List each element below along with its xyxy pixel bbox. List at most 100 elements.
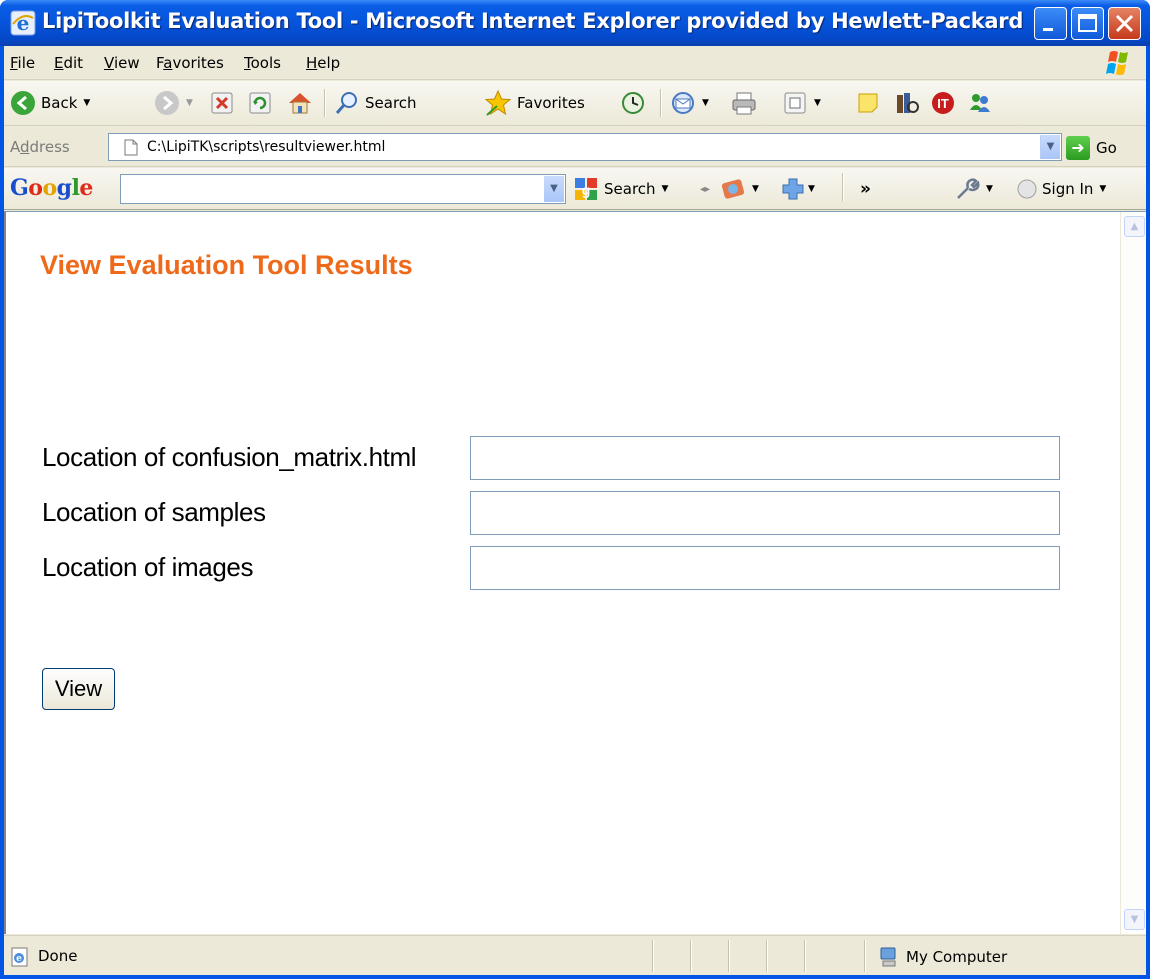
status-bar: e Done My Computer	[4, 935, 1146, 975]
favorites-button[interactable]: Favorites	[484, 87, 585, 119]
google-settings-button[interactable]: ▼	[954, 177, 993, 201]
google-add-button[interactable]: ▼	[780, 177, 815, 201]
settings-dropdown-icon[interactable]: ▼	[986, 184, 993, 194]
samples-input[interactable]	[470, 491, 1060, 535]
search-icon	[335, 92, 357, 114]
google-grip-icon: ◂▸	[700, 183, 711, 195]
images-input[interactable]	[470, 546, 1060, 590]
menu-view[interactable]: View	[104, 54, 140, 72]
signin-circle-icon	[1017, 179, 1037, 199]
security-zone[interactable]: My Computer	[878, 946, 1007, 968]
research-books-icon	[897, 93, 919, 113]
menu-help[interactable]: Help	[306, 54, 340, 72]
scroll-up-icon[interactable]: ▲	[1124, 216, 1145, 237]
images-label: Location of images	[42, 552, 254, 582]
plus-icon	[782, 178, 804, 200]
confusion-matrix-label: Location of confusion_matrix.html	[42, 442, 417, 472]
google-more-button[interactable]: »	[860, 177, 871, 201]
google-search-dropdown-icon[interactable]: ▼	[544, 176, 564, 202]
address-label: Address	[10, 138, 70, 156]
menu-view-label: iew	[113, 54, 140, 72]
signin-dropdown-icon[interactable]: ▼	[1099, 184, 1106, 194]
messenger-icon	[970, 94, 990, 112]
news-dropdown-icon[interactable]: ▼	[752, 184, 759, 194]
svg-text:e: e	[17, 11, 30, 35]
wrench-icon	[957, 178, 980, 199]
close-button[interactable]	[1108, 7, 1141, 40]
stop-button[interactable]	[210, 87, 234, 119]
home-button[interactable]	[286, 87, 314, 119]
address-input[interactable]: C:\LipiTK\scripts\resultviewer.html ▼	[108, 133, 1062, 161]
google-search-dropdown-arrow-icon[interactable]: ▼	[662, 184, 669, 194]
print-icon	[732, 92, 756, 115]
menu-tools-label: ools	[250, 54, 281, 72]
back-label: Back	[41, 94, 78, 112]
google-logo[interactable]: Google	[10, 175, 93, 201]
status-pane	[864, 940, 866, 972]
scroll-down-icon[interactable]: ▼	[1124, 909, 1145, 930]
menu-file[interactable]: File	[10, 54, 35, 72]
google-news-button[interactable]: ▼	[720, 177, 759, 201]
google-search-label: Search	[604, 180, 656, 198]
google-separator	[842, 173, 844, 201]
google-search-input[interactable]: ▼	[120, 174, 566, 204]
refresh-button[interactable]	[248, 87, 272, 119]
svg-text:g: g	[582, 182, 591, 198]
search-label: Search	[365, 94, 417, 112]
address-dropdown-icon[interactable]: ▼	[1040, 135, 1060, 159]
back-dropdown-icon[interactable]: ▼	[83, 98, 90, 108]
menu-favorites[interactable]: Favorites	[156, 54, 224, 72]
menu-edit[interactable]: Edit	[54, 54, 83, 72]
history-button[interactable]	[620, 87, 646, 119]
title-bar[interactable]: e LipiToolkit Evaluation Tool - Microsof…	[0, 0, 1150, 46]
addon-red-button[interactable]: IT	[930, 87, 956, 119]
back-button[interactable]: Back ▼	[10, 87, 90, 119]
toolbar-separator	[324, 89, 326, 117]
page-done-icon: e	[11, 947, 28, 967]
mail-dropdown-icon[interactable]: ▼	[702, 98, 709, 108]
print-button[interactable]	[730, 87, 758, 119]
edit-page-icon	[784, 92, 806, 114]
edit-dropdown-icon[interactable]: ▼	[814, 98, 821, 108]
maximize-button[interactable]	[1071, 7, 1104, 40]
menu-file-label: ile	[17, 54, 36, 72]
refresh-icon	[249, 92, 271, 114]
go-button[interactable]: ➜ Go	[1066, 135, 1117, 161]
view-button[interactable]: View	[42, 668, 115, 710]
favorites-label: Favorites	[517, 94, 585, 112]
add-dropdown-icon[interactable]: ▼	[808, 184, 815, 194]
edit-button[interactable]: ▼	[782, 87, 821, 119]
status-pane	[652, 940, 654, 972]
samples-label: Location of samples	[42, 497, 266, 527]
google-search-button[interactable]: g Search ▼	[574, 177, 668, 201]
vertical-scrollbar[interactable]: ▲ ▼	[1120, 212, 1146, 934]
menu-tools[interactable]: Tools	[244, 54, 281, 72]
messenger-button[interactable]	[966, 87, 992, 119]
minimize-button[interactable]	[1034, 7, 1067, 40]
browser-window: e LipiToolkit Evaluation Tool - Microsof…	[0, 0, 1150, 979]
address-accel: d	[20, 138, 30, 156]
google-g-icon: g	[575, 178, 597, 200]
forward-dropdown-icon: ▼	[186, 98, 193, 108]
confusion-matrix-input[interactable]	[470, 436, 1060, 480]
search-button[interactable]: Search	[334, 87, 417, 119]
google-signin-button[interactable]: Sign In ▼	[1016, 177, 1106, 201]
menu-tools-accel: T	[244, 54, 251, 72]
svg-text:e: e	[16, 954, 22, 964]
standard-toolbar: Back ▼ ▼ Search Favorites ▼ ▼ IT	[4, 81, 1146, 126]
research-button[interactable]	[894, 87, 920, 119]
go-label: Go	[1096, 139, 1117, 157]
minimize-icon	[1043, 28, 1053, 31]
my-computer-icon	[880, 947, 896, 967]
go-arrow-icon: ➜	[1066, 136, 1090, 160]
svg-text:IT: IT	[937, 96, 949, 111]
forward-button[interactable]: ▼	[154, 87, 193, 119]
menu-help-accel: H	[306, 54, 318, 72]
toolbar-separator	[660, 89, 662, 117]
address-value: C:\LipiTK\scripts\resultviewer.html	[147, 139, 386, 155]
status-pane	[766, 940, 768, 972]
notes-button[interactable]	[856, 87, 880, 119]
mail-button[interactable]: ▼	[670, 87, 709, 119]
ie-icon: e	[10, 10, 36, 36]
zone-label: My Computer	[906, 948, 1008, 966]
